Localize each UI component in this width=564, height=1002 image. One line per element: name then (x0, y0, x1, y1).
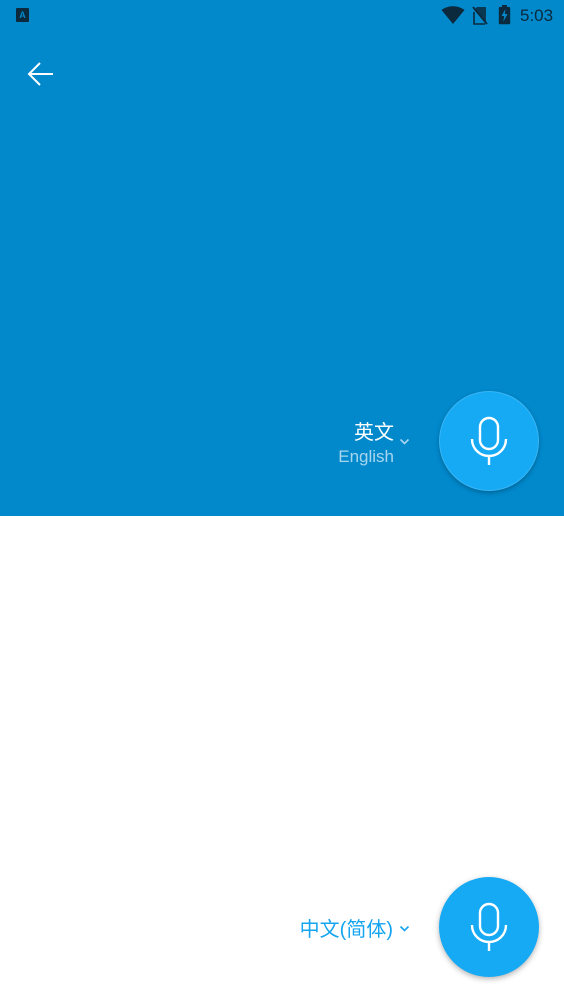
clock: 5:03 (520, 6, 554, 25)
source-language-name: 英文 (354, 422, 394, 444)
target-mic-button[interactable] (439, 877, 539, 977)
target-language-name: 中文(简体) (299, 919, 393, 941)
back-button[interactable] (22, 57, 60, 91)
no-sim-icon (472, 6, 488, 25)
microphone-icon (470, 416, 508, 465)
arrow-left-icon (27, 62, 53, 86)
source-mic-button[interactable] (439, 391, 539, 491)
battery-charging-icon (498, 5, 511, 25)
wifi-icon (441, 6, 465, 24)
source-language-selector[interactable]: 英文 English (338, 420, 394, 468)
chevron-down-icon[interactable] (399, 925, 410, 933)
target-language-selector[interactable]: 中文(简体) (300, 916, 393, 944)
chevron-down-icon[interactable] (399, 438, 410, 446)
source-panel: A 5:03 英文 English (0, 0, 564, 516)
notification-icon: A (16, 8, 29, 22)
microphone-icon (470, 902, 508, 951)
status-bar: A 5:03 (0, 0, 564, 31)
source-language-english-name: English (338, 447, 394, 466)
